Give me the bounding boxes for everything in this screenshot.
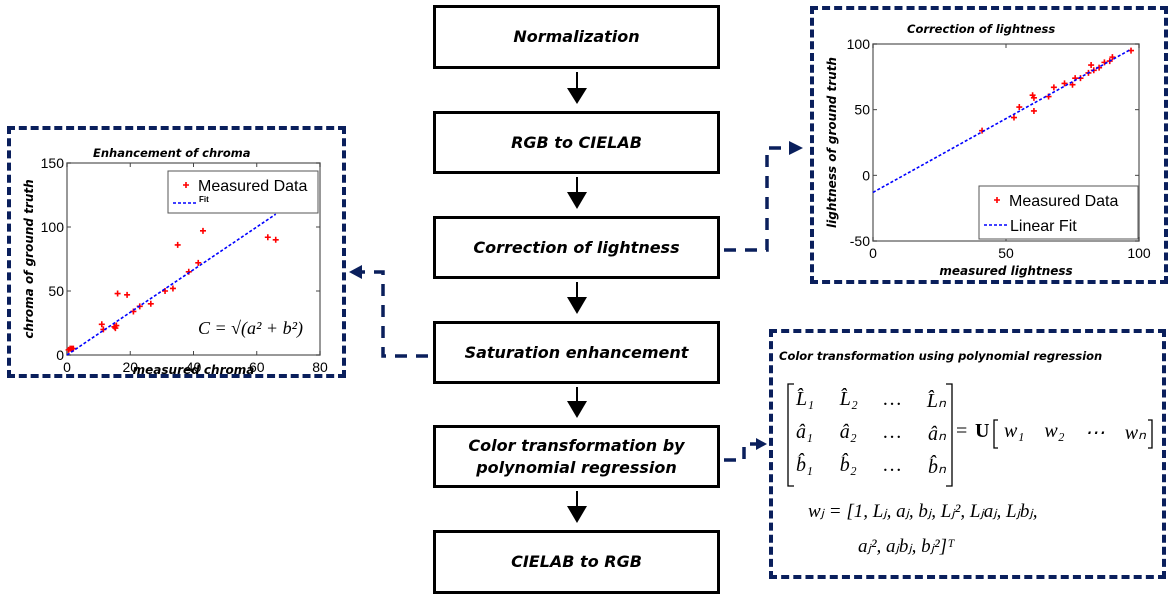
matrix-cell: b̂₁ (796, 454, 813, 476)
poly-panel-title: Color transformation using polynomial re… (779, 349, 1103, 363)
matrix-U: U (975, 420, 990, 442)
x-axis-label: measured lightness (939, 264, 1072, 278)
matrix-cell: âₙ (928, 423, 946, 445)
legend-label: Measured Data (1009, 193, 1118, 210)
equals-sign: = (956, 420, 968, 442)
matrix-row: L̂₁ L̂₂ … L̂ₙ (796, 388, 946, 421)
legend-label: Linear Fit (1010, 218, 1077, 235)
matrix-cell: b̂₂ (839, 454, 857, 476)
matrix-cell: … (883, 454, 902, 476)
matrix-cell: â₂ (839, 421, 857, 443)
x-tick-label: 100 (1127, 245, 1151, 261)
y-tick-label: 0 (862, 167, 870, 183)
w-cell: ⋯ (1084, 422, 1105, 444)
matrix-row: â₁ â₂ … âₙ (796, 421, 946, 454)
matrix-cell: L̂₂ (839, 388, 858, 410)
y-axis-label: lightness of ground truth (825, 57, 839, 228)
x-tick-label: 50 (998, 245, 1014, 261)
y-tick-label: 100 (847, 36, 871, 52)
matrix-lhs: L̂₁ L̂₂ … L̂ₙ â₁ â₂ … âₙ b̂₁ b̂₂ … b̂ₙ (796, 388, 946, 487)
w-cell: wₙ (1124, 422, 1146, 444)
matrix-cell: … (883, 421, 902, 443)
matrix-row: b̂₁ b̂₂ … b̂ₙ (796, 454, 946, 487)
matrix-cell: L̂ₙ (926, 390, 946, 412)
y-tick-label: -50 (850, 233, 870, 249)
w-vector: w₁ w₂ ⋯ wₙ (1004, 420, 1146, 445)
matrix-cell: b̂ₙ (928, 456, 946, 478)
matrix-cell: … (883, 388, 902, 410)
y-tick-label: 50 (854, 102, 870, 118)
w-cell: w₂ (1044, 420, 1065, 442)
w-cell: w₁ (1004, 420, 1025, 442)
matrix-cell: L̂₁ (796, 388, 815, 410)
matrix-cell: â₁ (796, 421, 813, 443)
x-tick-label: 0 (869, 245, 877, 261)
wj-equation-line2: aⱼ², aⱼbⱼ, bⱼ²]ᵀ (858, 536, 955, 557)
wj-equation-line1: wⱼ = [1, Lⱼ, aⱼ, bⱼ, Lⱼ², Lⱼaⱼ, Lⱼbⱼ, (808, 501, 1038, 522)
